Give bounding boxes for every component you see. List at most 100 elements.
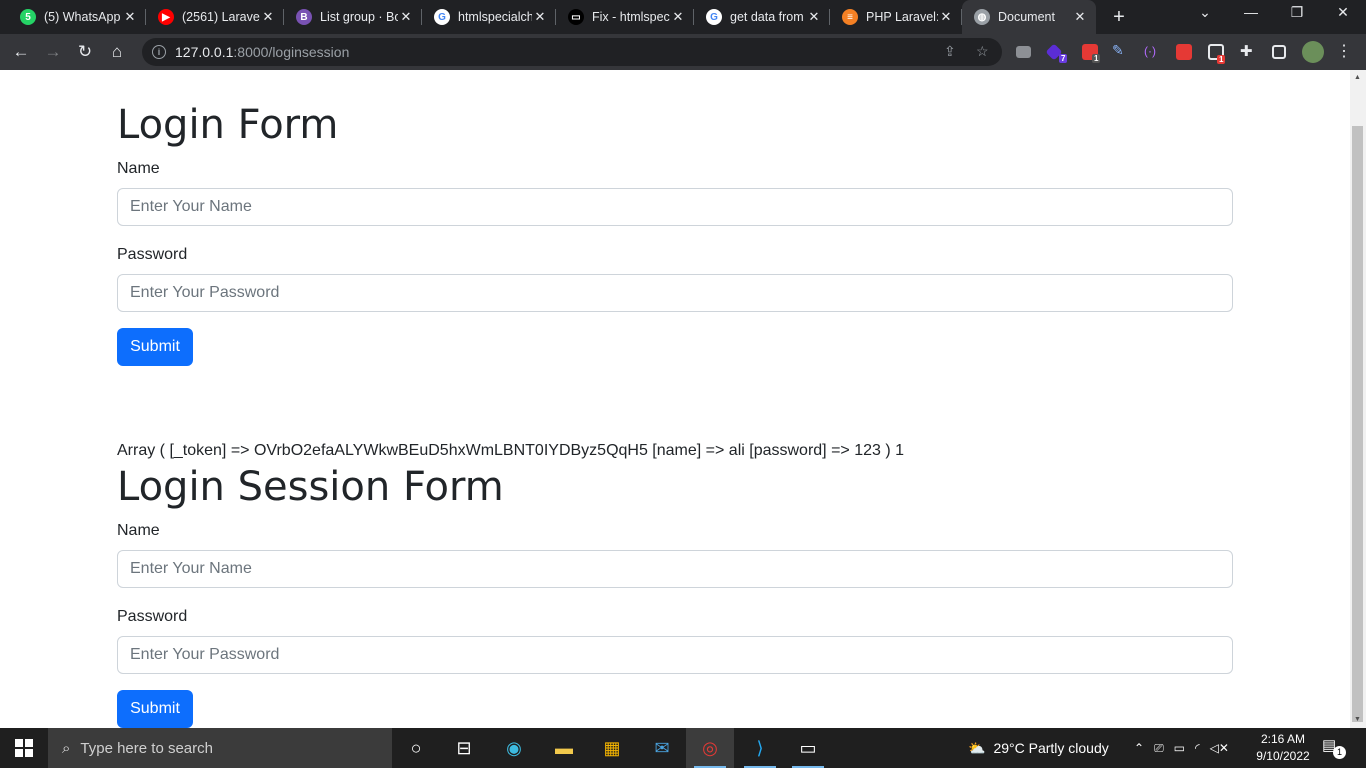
tab-title: PHP Laravel: I: [866, 10, 938, 24]
back-button[interactable]: ←: [10, 42, 32, 62]
weather-text: 29°C Partly cloudy: [993, 740, 1109, 756]
profile-avatar[interactable]: [1302, 41, 1324, 63]
google-icon: G: [434, 9, 450, 25]
weather-widget[interactable]: ⛅ 29°C Partly cloudy: [968, 728, 1109, 768]
tab-item[interactable]: ▭ Fix - htmlspec ✕: [556, 4, 694, 30]
file-explorer-icon[interactable]: ▬: [540, 728, 588, 768]
close-tab-icon[interactable]: ✕: [670, 9, 686, 25]
scrollbar-thumb[interactable]: [1352, 126, 1363, 722]
close-tab-icon[interactable]: ✕: [398, 9, 414, 25]
tab-item[interactable]: 5 (5) WhatsApp ✕: [8, 4, 146, 30]
password-input[interactable]: [117, 274, 1233, 312]
pen-extension-icon[interactable]: ✎: [1112, 42, 1128, 58]
wave-extension-icon[interactable]: (·): [1144, 44, 1160, 60]
forward-button[interactable]: →: [42, 42, 64, 62]
mail-extension-badge: 1: [1217, 55, 1226, 64]
taskbar-clock[interactable]: 2:16 AM 9/10/2022: [1252, 731, 1314, 765]
close-tab-icon[interactable]: ✕: [260, 9, 276, 25]
tab-item[interactable]: Gget data from ✕: [694, 4, 830, 30]
camera-extension-icon[interactable]: [1016, 46, 1031, 58]
purple-extension-badge: 7: [1059, 54, 1068, 63]
tab-strip: 5 (5) WhatsApp ✕ ▶ (2561) Laravel ✕ B List grou…: [0, 0, 1366, 34]
session-name-input[interactable]: [117, 550, 1233, 588]
windows-start-button[interactable]: [0, 728, 48, 768]
task-view-icon[interactable]: ⊟: [440, 728, 488, 768]
whatsapp-icon: 5: [20, 9, 36, 25]
home-button[interactable]: ⌂: [106, 42, 128, 62]
new-tab-button[interactable]: +: [1108, 6, 1130, 29]
scroll-down-arrow-icon[interactable]: ▼: [1354, 716, 1361, 723]
maximize-button[interactable]: ❐: [1274, 4, 1320, 21]
session-name-label: Name: [117, 522, 160, 539]
notification-count-badge: 1: [1333, 746, 1346, 759]
name-label: Name: [117, 160, 160, 177]
taskbar-search-box[interactable]: ⌕ Type here to search: [48, 728, 392, 768]
search-icon: ⌕: [62, 739, 71, 757]
menu-kebab-icon[interactable]: ⋮: [1336, 41, 1352, 60]
vscode-taskbar-icon[interactable]: ⟩: [736, 728, 784, 768]
tab-title: Document: [998, 10, 1055, 24]
tab-item[interactable]: ▶ (2561) Laravel ✕: [146, 4, 284, 30]
reload-button[interactable]: ↻: [74, 42, 96, 62]
page-scrollbar[interactable]: ▲ ▼: [1350, 70, 1366, 728]
microsoft-store-icon[interactable]: ▦: [588, 728, 636, 768]
url-host: 127.0.0.1: [175, 44, 234, 60]
tab-title: (2561) Laravel: [182, 10, 260, 24]
session-password-input[interactable]: [117, 636, 1233, 674]
close-tab-icon[interactable]: ✕: [938, 9, 954, 25]
session-password-label: Password: [117, 608, 188, 625]
submit-button[interactable]: Submit: [117, 328, 193, 366]
cortana-icon[interactable]: ○: [392, 728, 440, 768]
close-tab-icon[interactable]: ✕: [532, 9, 548, 25]
terminal-taskbar-icon[interactable]: ▭: [784, 728, 832, 768]
taskbar-search-placeholder: Type here to search: [80, 739, 213, 757]
media-extension-icon[interactable]: [1176, 44, 1192, 60]
tab-item[interactable]: ≡ PHP Laravel: I✕: [830, 4, 962, 30]
minimize-button[interactable]: —: [1228, 4, 1274, 20]
tab-title: get data from: [730, 10, 804, 24]
page-content: Login Form Name Password Submit Array ( …: [0, 70, 1350, 728]
address-bar[interactable]: i 127.0.0.1:8000/loginsession ⇪ ☆: [142, 38, 1002, 66]
mail-app-icon[interactable]: ✉: [638, 728, 686, 768]
bookmark-star-icon[interactable]: ☆: [976, 43, 989, 60]
login-form-heading: Login Form: [117, 102, 339, 148]
stackoverflow-icon: ≡: [842, 9, 858, 25]
system-tray: ⌃ ⎚ ▭ ◜ ◁✕: [1134, 728, 1229, 768]
tab-search-icon[interactable]: ⌄: [1182, 4, 1228, 21]
clock-time: 2:16 AM: [1260, 732, 1306, 746]
request-dump-text: Array ( [_token] => OVrbO2efaALYWkwBEuD5…: [117, 442, 905, 459]
wifi-icon[interactable]: ◜: [1195, 741, 1200, 755]
meet-now-icon[interactable]: ⎚: [1154, 741, 1164, 756]
tab-item[interactable]: B List group · Bo ✕: [284, 4, 422, 30]
tab-item[interactable]: Ghtmlspecialch ✕: [422, 4, 556, 30]
tab-title: htmlspecialch: [458, 10, 532, 24]
side-panel-icon[interactable]: [1272, 45, 1286, 59]
close-tab-icon[interactable]: ✕: [806, 9, 822, 25]
chrome-taskbar-icon[interactable]: ◎: [686, 728, 734, 768]
google-icon: G: [706, 9, 722, 25]
windows-logo-icon: [15, 739, 33, 757]
session-submit-button[interactable]: Submit: [117, 690, 193, 728]
extensions-puzzle-icon[interactable]: ✚: [1240, 42, 1256, 60]
site-info-icon[interactable]: i: [152, 45, 166, 59]
close-tab-icon[interactable]: ✕: [1072, 9, 1088, 25]
youtube-icon: ▶: [158, 9, 174, 25]
notification-center-icon[interactable]: ▤ 1: [1322, 736, 1346, 760]
login-session-form-heading: Login Session Form: [117, 464, 504, 510]
close-tab-icon[interactable]: ✕: [122, 9, 138, 25]
windows-taskbar: ⌕ Type here to search ○ ⊟ ◉ ▬ ▦ ✉ ◎ ⟩ ▭ …: [0, 728, 1366, 768]
name-input[interactable]: [117, 188, 1233, 226]
close-window-button[interactable]: ✕: [1320, 4, 1366, 21]
edge-icon[interactable]: ◉: [490, 728, 538, 768]
battery-icon[interactable]: ▭: [1174, 741, 1185, 755]
share-icon[interactable]: ⇪: [944, 43, 956, 60]
password-label: Password: [117, 246, 188, 263]
volume-muted-icon[interactable]: ◁✕: [1210, 741, 1229, 755]
tab-active[interactable]: ◍ Document ✕: [962, 0, 1096, 34]
show-hidden-icons-chevron-icon[interactable]: ⌃: [1134, 741, 1144, 755]
scroll-up-arrow-icon[interactable]: ▲: [1354, 74, 1361, 81]
url-path: :8000/loginsession: [233, 44, 350, 60]
globe-icon: ◍: [974, 9, 990, 25]
tab-title: Fix - htmlspec: [592, 10, 670, 24]
red-extension-badge: 1: [1092, 54, 1101, 63]
